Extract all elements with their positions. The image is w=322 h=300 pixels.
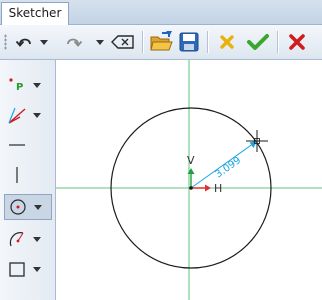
chevron-down-icon: [33, 82, 41, 88]
undo-icon: [15, 38, 31, 47]
vertical-line-icon: [16, 167, 18, 183]
accept-button[interactable]: [244, 29, 272, 55]
close-button[interactable]: [284, 29, 310, 55]
chevron-down-icon: [33, 266, 41, 272]
sketch-tool-column: P: [0, 60, 56, 300]
v-axis-label: V: [187, 154, 195, 167]
toolbar-grip[interactable]: [4, 34, 7, 50]
sketch-canvas[interactable]: 3.099 H V: [56, 60, 322, 300]
toolbar-separator: [277, 31, 279, 53]
point-tool-label: P: [16, 82, 23, 93]
angle-line-tool[interactable]: [4, 102, 52, 128]
undo-dropdown[interactable]: [38, 29, 50, 55]
green-check-icon: [247, 34, 269, 50]
undo-button[interactable]: [12, 29, 38, 55]
yellow-x-icon: [220, 35, 234, 49]
save-button[interactable]: [176, 29, 202, 55]
rectangle-icon: [9, 262, 25, 277]
open-button[interactable]: [148, 29, 174, 55]
chevron-down-icon: [33, 236, 41, 242]
rectangle-tool[interactable]: [4, 256, 52, 282]
chevron-down-icon: [96, 39, 104, 45]
point-tool[interactable]: P: [4, 72, 52, 98]
arc-icon: [9, 232, 24, 247]
chevron-down-icon: [40, 39, 48, 45]
toolbar-separator: [207, 31, 209, 53]
redo-button[interactable]: [60, 29, 86, 55]
radius-dimension-label[interactable]: 3.099: [213, 155, 243, 180]
origin-point[interactable]: [189, 186, 193, 190]
angled-lines-icon: [8, 107, 26, 124]
point-icon: P: [9, 78, 23, 93]
sketch-drawing: 3.099 H V: [56, 60, 322, 300]
cancel-changes-button[interactable]: [214, 29, 240, 55]
delete-button[interactable]: [108, 29, 138, 55]
tab-sketcher[interactable]: Sketcher: [1, 2, 69, 25]
h-axis-arrowhead: [205, 184, 211, 192]
redo-dropdown[interactable]: [94, 29, 106, 55]
sketch-toolbar: [0, 25, 322, 60]
circle-tool[interactable]: [4, 194, 52, 220]
tab-bar: Sketcher: [0, 0, 322, 25]
toolbar-separator: [142, 31, 144, 53]
backspace-icon: [111, 35, 134, 49]
floppy-disk-icon: [179, 32, 199, 52]
chevron-down-icon: [33, 112, 41, 118]
circle-icon: [10, 199, 26, 215]
folder-open-icon: [150, 31, 173, 51]
chevron-down-icon: [34, 204, 42, 210]
vertical-line-tool[interactable]: [4, 162, 52, 188]
radius-arrowhead: [249, 141, 257, 148]
h-axis-label: H: [214, 182, 222, 195]
horizontal-line-icon: [9, 144, 25, 146]
arc-tool[interactable]: [4, 226, 52, 252]
horizontal-line-tool[interactable]: [4, 132, 52, 158]
red-x-icon: [289, 34, 305, 50]
redo-icon: [67, 38, 83, 47]
